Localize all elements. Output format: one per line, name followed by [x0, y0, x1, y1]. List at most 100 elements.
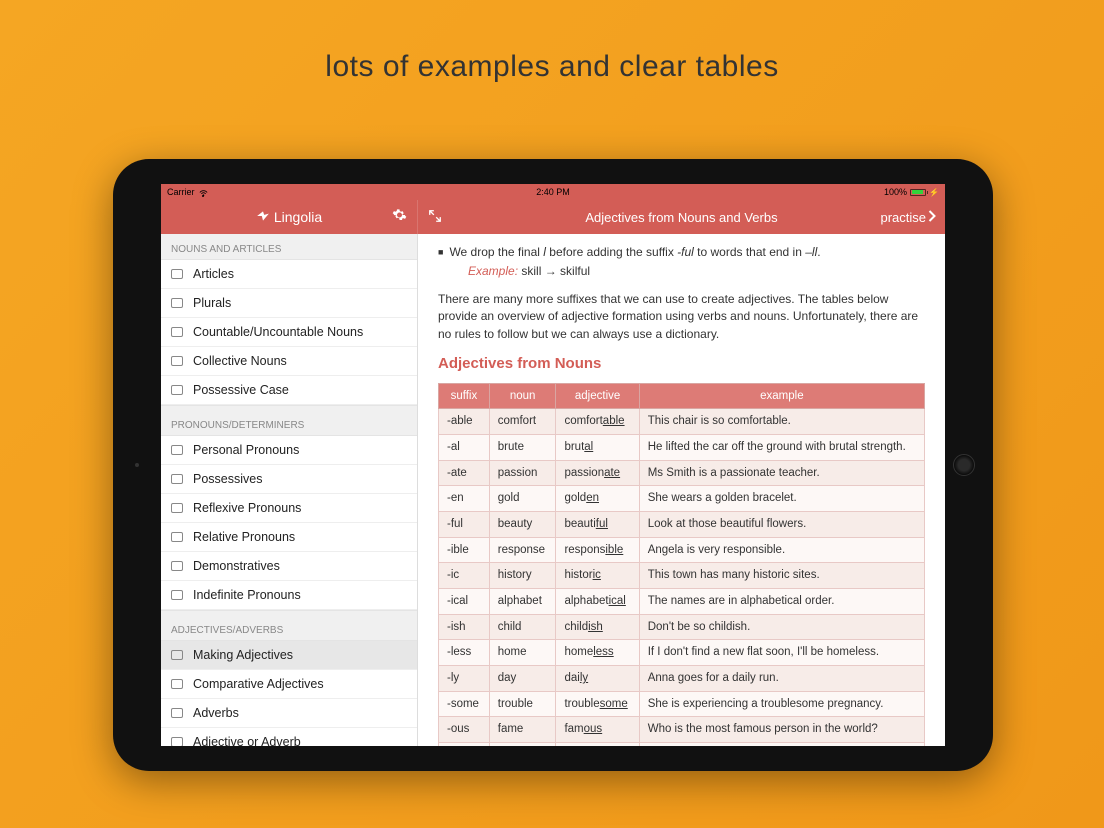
- brand: Lingolia: [256, 209, 322, 226]
- table-cell: -less: [439, 640, 490, 666]
- practise-label: practise: [880, 210, 926, 225]
- table-row: -atepassionpassionateMs Smith is a passi…: [439, 460, 925, 486]
- sidebar-item[interactable]: Adverbs: [161, 699, 417, 728]
- ipad-frame: Carrier 2:40 PM 100% ⚡ Lingolia: [113, 159, 993, 771]
- table-cell: If I don't find a new flat soon, I'll be…: [639, 640, 924, 666]
- table-cell: wind: [489, 743, 556, 746]
- example-line: Example: skill → skilful: [438, 263, 925, 280]
- battery-icon: [910, 189, 926, 196]
- carrier-label: Carrier: [167, 187, 195, 197]
- table-cell: comfortable: [556, 409, 639, 435]
- table-cell: golden: [556, 486, 639, 512]
- table-cell: day: [489, 666, 556, 692]
- table-cell: beauty: [489, 512, 556, 538]
- table-cell: childish: [556, 614, 639, 640]
- table-cell: -ish: [439, 614, 490, 640]
- table-cell: -y: [439, 743, 490, 746]
- table-cell: -ous: [439, 717, 490, 743]
- table-row: -ichistoryhistoricThis town has many his…: [439, 563, 925, 589]
- sidebar-item-label: Plurals: [193, 296, 231, 310]
- cards-icon: [171, 650, 183, 660]
- content: ■ We drop the final l before adding the …: [418, 234, 945, 746]
- practise-button[interactable]: practise: [880, 210, 937, 225]
- sidebar-item[interactable]: Reflexive Pronouns: [161, 494, 417, 523]
- camera-dot: [135, 463, 139, 467]
- table-cell: homeless: [556, 640, 639, 666]
- charge-icon: ⚡: [929, 188, 939, 197]
- sidebar-item[interactable]: Comparative Adjectives: [161, 670, 417, 699]
- cards-icon: [171, 385, 183, 395]
- table-cell: fame: [489, 717, 556, 743]
- table-cell: brutal: [556, 435, 639, 461]
- sidebar-item-label: Indefinite Pronouns: [193, 588, 301, 602]
- sidebar-item[interactable]: Relative Pronouns: [161, 523, 417, 552]
- sidebar-item-label: Reflexive Pronouns: [193, 501, 301, 515]
- table-cell: This chair is so comfortable.: [639, 409, 924, 435]
- cards-icon: [171, 590, 183, 600]
- table-cell: Don't be so childish.: [639, 614, 924, 640]
- table-cell: beautiful: [556, 512, 639, 538]
- table-cell: Who is the most famous person in the wor…: [639, 717, 924, 743]
- gear-icon[interactable]: [392, 208, 407, 227]
- status-time: 2:40 PM: [536, 187, 570, 197]
- table-cell: Ms Smith is a passionate teacher.: [639, 460, 924, 486]
- sidebar-item[interactable]: Personal Pronouns: [161, 436, 417, 465]
- cards-icon: [171, 708, 183, 718]
- table-row: -fulbeautybeautifulLook at those beautif…: [439, 512, 925, 538]
- sidebar-item-label: Possessives: [193, 472, 262, 486]
- table-cell: Angela is very responsible.: [639, 537, 924, 563]
- sidebar-item-label: Adjective or Adverb: [193, 735, 301, 746]
- cards-icon: [171, 445, 183, 455]
- cards-icon: [171, 269, 183, 279]
- table-row: -ablecomfortcomfortableThis chair is so …: [439, 409, 925, 435]
- table-cell: troublesome: [556, 691, 639, 717]
- heading-nouns: Adjectives from Nouns: [438, 353, 925, 375]
- sidebar-item[interactable]: Countable/Uncountable Nouns: [161, 318, 417, 347]
- table-cell: Anna goes for a daily run.: [639, 666, 924, 692]
- sidebar-item[interactable]: Making Adjectives: [161, 641, 417, 670]
- page-title: Adjectives from Nouns and Verbs: [585, 210, 777, 225]
- wifi-icon: [199, 188, 208, 197]
- sidebar-item[interactable]: Possessives: [161, 465, 417, 494]
- home-button[interactable]: [953, 454, 975, 476]
- status-bar: Carrier 2:40 PM 100% ⚡: [161, 184, 945, 200]
- sidebar-item-label: Relative Pronouns: [193, 530, 295, 544]
- intro-paragraph: There are many more suffixes that we can…: [438, 291, 925, 343]
- table-header: example: [639, 383, 924, 409]
- table-row: -ibleresponseresponsibleAngela is very r…: [439, 537, 925, 563]
- sidebar-item-label: Adverbs: [193, 706, 239, 720]
- table-cell: alphabetical: [556, 589, 639, 615]
- sidebar-item-label: Demonstratives: [193, 559, 280, 573]
- sidebar-item-label: Articles: [193, 267, 234, 281]
- sidebar-item[interactable]: Indefinite Pronouns: [161, 581, 417, 610]
- table-cell: This town has many historic sites.: [639, 563, 924, 589]
- rule-line: ■ We drop the final l before adding the …: [438, 244, 925, 261]
- brand-text: Lingolia: [274, 209, 322, 225]
- screen: Carrier 2:40 PM 100% ⚡ Lingolia: [161, 184, 945, 746]
- sidebar-item[interactable]: Adjective or Adverb: [161, 728, 417, 746]
- table-row: -ishchildchildishDon't be so childish.: [439, 614, 925, 640]
- table-cell: -ical: [439, 589, 490, 615]
- table-row: -ywindwindyA windy day.: [439, 743, 925, 746]
- section-header: NOUNS AND ARTICLES: [161, 234, 417, 260]
- table-cell: Look at those beautiful flowers.: [639, 512, 924, 538]
- sidebar-item[interactable]: Plurals: [161, 289, 417, 318]
- sidebar-item[interactable]: Collective Nouns: [161, 347, 417, 376]
- sidebar-item[interactable]: Demonstratives: [161, 552, 417, 581]
- table-cell: A windy day.: [639, 743, 924, 746]
- table-cell: comfort: [489, 409, 556, 435]
- sidebar-item[interactable]: Possessive Case: [161, 376, 417, 405]
- sidebar-item[interactable]: Articles: [161, 260, 417, 289]
- table-cell: daily: [556, 666, 639, 692]
- section-header: PRONOUNS/DETERMINERS: [161, 405, 417, 436]
- table-cell: He lifted the car off the ground with br…: [639, 435, 924, 461]
- table-cell: -en: [439, 486, 490, 512]
- expand-icon[interactable]: [428, 209, 442, 226]
- table-row: -lydaydailyAnna goes for a daily run.: [439, 666, 925, 692]
- app-bar: Lingolia Adjectives from Nouns and Verbs…: [161, 200, 945, 234]
- table-cell: trouble: [489, 691, 556, 717]
- table-cell: -ful: [439, 512, 490, 538]
- sidebar: NOUNS AND ARTICLES Articles Plurals Countab…: [161, 234, 418, 746]
- cards-icon: [171, 327, 183, 337]
- table-cell: -ate: [439, 460, 490, 486]
